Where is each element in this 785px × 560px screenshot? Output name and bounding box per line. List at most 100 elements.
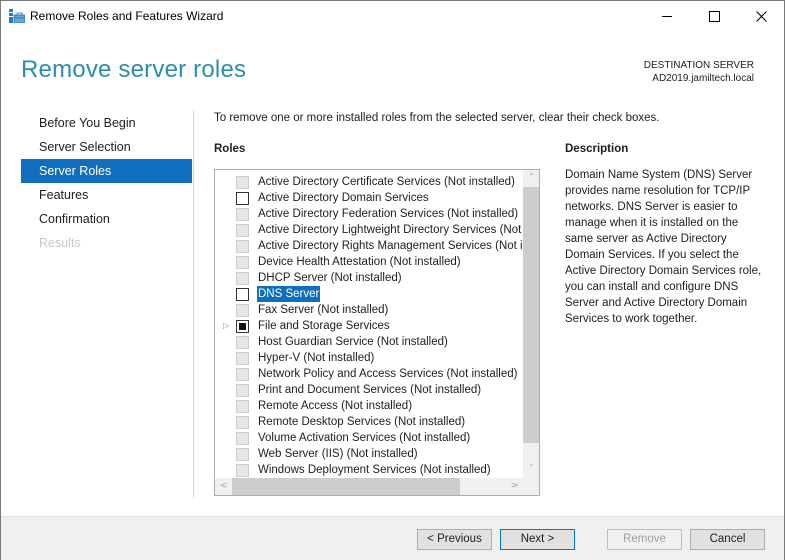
vertical-scrollbar[interactable]: ˄ ˅	[523, 170, 539, 478]
nav-divider	[193, 111, 194, 497]
nav-item-results: Results	[39, 236, 81, 250]
role-label[interactable]: DNS Server	[257, 286, 321, 302]
role-label[interactable]: Active Directory Domain Services	[257, 190, 430, 206]
roles-heading: Roles	[214, 143, 246, 155]
next-button[interactable]: Next >	[500, 529, 575, 550]
role-label[interactable]: Hyper-V (Not installed)	[257, 350, 375, 366]
role-label[interactable]: Active Directory Certificate Services (N…	[257, 174, 516, 190]
destination-server-info: DESTINATION SERVER AD2019.jamiltech.loca…	[644, 59, 754, 85]
role-row: Print and Document Services (Not install…	[215, 382, 523, 398]
remove-button: Remove	[607, 529, 682, 550]
wizard-window: Remove Roles and Features Wizard Remove …	[0, 0, 785, 560]
role-row: Volume Activation Services (Not installe…	[215, 430, 523, 446]
role-checkbox	[236, 416, 249, 429]
maximize-button[interactable]	[691, 1, 737, 32]
role-checkbox	[236, 224, 249, 237]
role-row: Hyper-V (Not installed)	[215, 350, 523, 366]
role-row[interactable]: DNS Server	[215, 286, 523, 302]
role-label[interactable]: Remote Desktop Services (Not installed)	[257, 414, 466, 430]
role-checkbox[interactable]	[236, 288, 249, 301]
role-description: Domain Name System (DNS) Server provides…	[565, 169, 762, 325]
role-checkbox	[236, 304, 249, 317]
scroll-up-icon[interactable]: ˄	[523, 170, 539, 187]
role-label[interactable]: DHCP Server (Not installed)	[257, 270, 403, 286]
role-row: Remote Desktop Services (Not installed)	[215, 414, 523, 430]
role-checkbox	[236, 432, 249, 445]
scroll-right-icon[interactable]: >	[506, 478, 523, 495]
window-title: Remove Roles and Features Wizard	[30, 9, 224, 23]
role-checkbox	[236, 464, 249, 477]
nav-item-before-you-begin[interactable]: Before You Begin	[21, 111, 192, 135]
roles-list: Active Directory Certificate Services (N…	[215, 174, 523, 478]
role-label[interactable]: Network Policy and Access Services (Not …	[257, 366, 519, 382]
scroll-down-icon[interactable]: ˅	[523, 461, 539, 478]
role-checkbox	[236, 352, 249, 365]
nav-item-server-roles[interactable]: Server Roles	[21, 159, 192, 183]
nav-item-confirmation[interactable]: Confirmation	[21, 207, 192, 231]
destination-server-label: DESTINATION SERVER	[643, 60, 754, 71]
destination-server-name: AD2019.jamiltech.local	[652, 73, 754, 84]
description-heading: Description	[565, 143, 629, 155]
role-checkbox	[236, 272, 249, 285]
role-label[interactable]: Remote Access (Not installed)	[257, 398, 413, 414]
nav-item-server-selection[interactable]: Server Selection	[21, 135, 192, 159]
role-row: Device Health Attestation (Not installed…	[215, 254, 523, 270]
scroll-corner	[523, 478, 539, 495]
role-checkbox	[236, 176, 249, 189]
role-checkbox	[236, 400, 249, 413]
role-row[interactable]: ▷ File and Storage Services	[215, 318, 523, 334]
role-row: Host Guardian Service (Not installed)	[215, 334, 523, 350]
role-label[interactable]: Windows Deployment Services (Not install…	[257, 462, 492, 478]
role-row: Active Directory Rights Management Servi…	[215, 238, 523, 254]
role-row: Active Directory Lightweight Directory S…	[215, 222, 523, 238]
role-row[interactable]: Active Directory Domain Services	[215, 190, 523, 206]
role-row: Windows Deployment Services (Not install…	[215, 462, 523, 478]
page-title: Remove server roles	[21, 56, 247, 83]
roles-list-box: Active Directory Certificate Services (N…	[214, 169, 540, 496]
cancel-button[interactable]: Cancel	[690, 529, 765, 550]
role-row: DHCP Server (Not installed)	[215, 270, 523, 286]
role-checkbox	[236, 448, 249, 461]
close-icon	[755, 11, 767, 22]
intro-text: To remove one or more installed roles fr…	[214, 112, 660, 124]
role-label[interactable]: File and Storage Services	[257, 318, 391, 334]
minimize-icon	[661, 16, 672, 17]
role-row: Remote Access (Not installed)	[215, 398, 523, 414]
expand-arrow-icon[interactable]: ▷	[223, 318, 233, 334]
nav-item-features[interactable]: Features	[21, 183, 192, 207]
role-checkbox	[236, 384, 249, 397]
role-checkbox[interactable]	[236, 320, 249, 333]
role-checkbox	[236, 256, 249, 269]
role-row: Active Directory Certificate Services (N…	[215, 174, 523, 190]
close-button[interactable]	[738, 1, 784, 32]
role-checkbox	[236, 368, 249, 381]
server-manager-icon	[9, 9, 25, 23]
role-label[interactable]: Volume Activation Services (Not installe…	[257, 430, 471, 446]
role-label[interactable]: Active Directory Lightweight Directory S…	[257, 222, 523, 238]
previous-button[interactable]: < Previous	[417, 529, 492, 550]
role-row: Network Policy and Access Services (Not …	[215, 366, 523, 382]
role-label[interactable]: Host Guardian Service (Not installed)	[257, 334, 449, 350]
horizontal-scroll-thumb[interactable]	[232, 478, 460, 495]
horizontal-scrollbar[interactable]: < >	[215, 478, 523, 495]
role-label[interactable]: Active Directory Rights Management Servi…	[257, 238, 523, 254]
scroll-left-icon[interactable]: <	[215, 478, 232, 495]
role-checkbox[interactable]	[236, 192, 249, 205]
title-bar[interactable]: Remove Roles and Features Wizard	[1, 1, 784, 32]
footer-bar: < Previous Next > Remove Cancel	[1, 516, 784, 560]
role-checkbox	[236, 240, 249, 253]
role-label[interactable]: Web Server (IIS) (Not installed)	[257, 446, 419, 462]
wizard-nav: Before You Begin Server Selection Server…	[21, 111, 192, 255]
minimize-button[interactable]	[644, 1, 690, 32]
vertical-scroll-thumb[interactable]	[523, 187, 539, 443]
role-row: Fax Server (Not installed)	[215, 302, 523, 318]
role-row: Active Directory Federation Services (No…	[215, 206, 523, 222]
role-label[interactable]: Print and Document Services (Not install…	[257, 382, 482, 398]
role-checkbox	[236, 336, 249, 349]
role-checkbox	[236, 208, 249, 221]
role-row: Web Server (IIS) (Not installed)	[215, 446, 523, 462]
role-label[interactable]: Device Health Attestation (Not installed…	[257, 254, 462, 270]
role-label[interactable]: Fax Server (Not installed)	[257, 302, 389, 318]
maximize-icon	[708, 11, 720, 22]
role-label[interactable]: Active Directory Federation Services (No…	[257, 206, 519, 222]
